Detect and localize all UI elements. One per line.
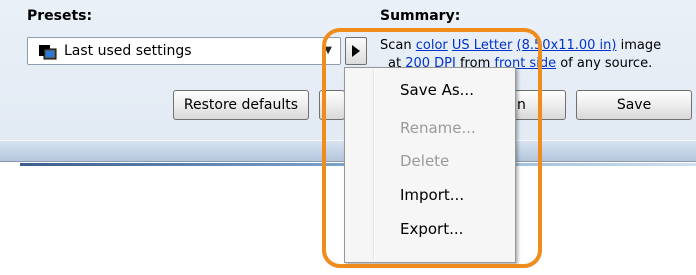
presets-context-menu: Save As... Rename... Delete Import... Ex… [344,67,516,263]
presets-heading: Presets: [27,8,93,24]
summary-paper-link[interactable]: US Letter [452,38,512,53]
presets-icon [39,45,57,60]
presets-menu-button[interactable] [345,37,367,65]
menu-item-save-as[interactable]: Save As... [400,79,474,101]
summary-color-link[interactable]: color [416,38,448,53]
restore-defaults-button[interactable]: Restore defaults [173,90,309,120]
presets-selected-value: Last used settings [64,43,192,59]
summary-line-1: Scan color US Letter (8.50x11.00 in) ima… [380,37,696,55]
summary-heading: Summary: [380,8,461,24]
obscured-button[interactable] [319,90,345,120]
summary-size-link[interactable]: (8.50x11.00 in) [517,38,617,53]
menu-item-export[interactable]: Export... [400,218,463,240]
menu-item-delete[interactable]: Delete [400,150,449,172]
chevron-down-icon: ▼ [324,45,332,56]
presets-dropdown[interactable]: Last used settings ▼ [27,37,341,65]
summary-image-suffix: image [616,38,662,53]
menu-item-rename[interactable]: Rename... [400,117,476,139]
summary-source-suffix: of any source. [556,56,653,71]
summary-scan-prefix: Scan [380,38,416,53]
menu-gutter [373,70,375,260]
menu-item-import[interactable]: Import... [400,184,464,206]
play-arrow-icon [352,45,360,57]
save-button[interactable]: Save [576,90,692,120]
